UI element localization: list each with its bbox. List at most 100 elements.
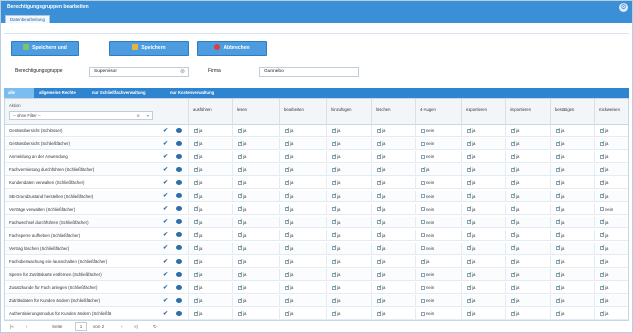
- permission-cell[interactable]: ja: [279, 151, 326, 163]
- check-all-icon[interactable]: ✔: [163, 284, 168, 291]
- permission-checkbox[interactable]: [194, 205, 199, 212]
- tab-datenbearbeitung[interactable]: Datenbearbeitung: [5, 15, 50, 23]
- permission-cell[interactable]: ja: [461, 203, 505, 216]
- permission-cell[interactable]: ja: [505, 229, 550, 242]
- permission-checkbox[interactable]: [238, 127, 243, 133]
- permission-checkbox[interactable]: [511, 140, 516, 146]
- permission-checkbox[interactable]: [332, 244, 337, 251]
- permission-cell[interactable]: nein: [415, 308, 461, 320]
- permission-checkbox[interactable]: [238, 310, 243, 316]
- permission-checkbox[interactable]: [600, 140, 605, 146]
- permission-checkbox[interactable]: [600, 231, 605, 238]
- permission-checkbox[interactable]: [556, 192, 561, 198]
- permission-checkbox[interactable]: [511, 244, 516, 251]
- column-header[interactable]: importieren: [505, 99, 550, 125]
- permission-cell[interactable]: ja: [371, 229, 415, 242]
- permission-cell[interactable]: ja: [461, 151, 505, 163]
- permission-cell[interactable]: ja: [326, 308, 371, 320]
- permission-checkbox[interactable]: [377, 244, 382, 251]
- permission-cell[interactable]: ja: [232, 138, 279, 150]
- permission-cell[interactable]: ja: [188, 308, 232, 320]
- permission-checkbox[interactable]: [194, 140, 199, 146]
- permission-checkbox[interactable]: [467, 310, 472, 316]
- permission-cell[interactable]: ja: [188, 256, 232, 268]
- permission-cell[interactable]: ja: [594, 125, 628, 137]
- permission-checkbox[interactable]: [377, 297, 382, 303]
- permission-cell[interactable]: ja: [461, 216, 505, 229]
- permission-cell[interactable]: ja: [326, 177, 371, 190]
- permission-cell[interactable]: ja: [461, 177, 505, 190]
- permission-checkbox[interactable]: [467, 244, 472, 251]
- company-field[interactable]: Gunnebo: [259, 67, 359, 77]
- permission-checkbox[interactable]: [600, 244, 605, 251]
- permission-cell[interactable]: ja: [371, 256, 415, 268]
- permission-checkbox[interactable]: [194, 297, 199, 303]
- permission-checkbox[interactable]: [377, 258, 382, 264]
- permission-cell[interactable]: ja: [594, 256, 628, 268]
- permission-checkbox[interactable]: [332, 166, 337, 172]
- permission-cell[interactable]: ja: [550, 177, 594, 190]
- prev-page-icon[interactable]: ‹: [26, 324, 28, 329]
- permission-cell[interactable]: ja: [326, 164, 371, 176]
- permission-cell[interactable]: nein: [415, 125, 461, 137]
- permission-cell[interactable]: ja: [371, 151, 415, 163]
- permission-cell[interactable]: ja: [594, 282, 628, 294]
- permission-cell[interactable]: ja: [326, 138, 371, 150]
- permission-cell[interactable]: ja: [461, 269, 505, 281]
- permission-cell[interactable]: ja: [505, 138, 550, 150]
- permission-checkbox[interactable]: [421, 311, 425, 316]
- permission-cell[interactable]: ja: [371, 164, 415, 176]
- permission-checkbox[interactable]: [285, 231, 290, 238]
- permission-checkbox[interactable]: [332, 127, 337, 133]
- permission-cell[interactable]: ja: [188, 216, 232, 229]
- clear-filter-icon[interactable]: ⊗: [136, 112, 140, 119]
- permission-checkbox[interactable]: [600, 179, 605, 185]
- permission-checkbox[interactable]: [467, 271, 472, 277]
- permission-cell[interactable]: ja: [326, 269, 371, 281]
- column-header[interactable]: bestätigen: [550, 99, 594, 125]
- eye-icon[interactable]: [176, 193, 182, 198]
- permission-cell[interactable]: ja: [505, 203, 550, 216]
- permission-checkbox[interactable]: [238, 205, 243, 212]
- permission-cell[interactable]: ja: [232, 269, 279, 281]
- column-header[interactable]: 4-Augen: [415, 99, 461, 125]
- permission-checkbox[interactable]: [556, 179, 561, 185]
- check-all-icon[interactable]: ✔: [163, 310, 168, 317]
- permission-checkbox[interactable]: [421, 220, 425, 225]
- permission-cell[interactable]: ja: [279, 242, 326, 255]
- permission-cell[interactable]: ja: [505, 125, 550, 137]
- permission-cell[interactable]: ja: [232, 216, 279, 229]
- permission-checkbox[interactable]: [421, 166, 426, 172]
- permission-checkbox[interactable]: [285, 244, 290, 251]
- column-header[interactable]: hinzufügen: [326, 99, 371, 125]
- permission-checkbox[interactable]: [600, 258, 605, 264]
- permission-cell[interactable]: ja: [550, 308, 594, 320]
- permission-cell[interactable]: ja: [188, 125, 232, 137]
- permission-cell[interactable]: ja: [326, 295, 371, 307]
- permission-cell[interactable]: ja: [594, 164, 628, 176]
- column-header[interactable]: rückweisen: [594, 99, 628, 125]
- eye-icon[interactable]: [176, 245, 182, 251]
- permission-checkbox[interactable]: [511, 127, 516, 133]
- permission-cell[interactable]: ja: [371, 138, 415, 150]
- permission-cell[interactable]: ja: [279, 229, 326, 242]
- check-all-icon[interactable]: ✔: [163, 218, 168, 225]
- permission-checkbox[interactable]: [421, 285, 425, 290]
- permission-checkbox[interactable]: [285, 153, 290, 159]
- permission-cell[interactable]: ja: [505, 151, 550, 163]
- permission-checkbox[interactable]: [194, 127, 199, 133]
- permission-cell[interactable]: ja: [550, 203, 594, 216]
- permission-checkbox[interactable]: [467, 218, 472, 225]
- permission-cell[interactable]: ja: [461, 164, 505, 176]
- permission-checkbox[interactable]: [600, 192, 605, 198]
- eye-icon[interactable]: [176, 232, 182, 238]
- check-all-icon[interactable]: ✔: [163, 231, 168, 238]
- permission-checkbox[interactable]: [511, 297, 516, 303]
- column-header[interactable]: ausführen: [188, 99, 232, 125]
- permission-cell[interactable]: ja: [279, 203, 326, 216]
- permission-checkbox[interactable]: [238, 271, 243, 277]
- permission-checkbox[interactable]: [238, 192, 243, 198]
- permission-checkbox[interactable]: [377, 218, 382, 225]
- permission-checkbox[interactable]: [332, 231, 337, 238]
- permission-cell[interactable]: ja: [461, 229, 505, 242]
